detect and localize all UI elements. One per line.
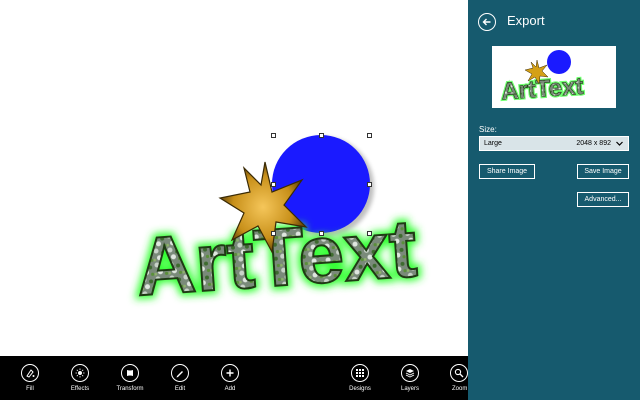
designs-label: Designs (349, 386, 371, 392)
zoom-button[interactable]: Zoom (438, 356, 468, 400)
layers-button[interactable]: Layers (390, 356, 430, 400)
share-image-button[interactable]: Share Image (479, 164, 535, 179)
designs-button[interactable]: Designs (340, 356, 380, 400)
selection-handle[interactable] (319, 231, 324, 236)
add-icon (226, 369, 234, 377)
size-dropdown[interactable]: Large 2048 x 892 (479, 136, 629, 151)
edit-label: Edit (174, 386, 186, 392)
fill-icon (26, 369, 35, 378)
designs-icon (356, 369, 364, 377)
export-preview-thumbnail: ArtText ArtText (492, 46, 616, 108)
artwork[interactable]: ArtText ArtText (0, 0, 468, 356)
selection-handle[interactable] (367, 133, 372, 138)
edit-icon (176, 371, 183, 378)
add-button[interactable]: Add (210, 356, 250, 400)
selection-handle[interactable] (271, 182, 276, 187)
effects-label: Effects (70, 386, 90, 392)
back-button[interactable] (478, 13, 496, 31)
selection-handle[interactable] (271, 231, 276, 236)
size-dimensions: 2048 x 892 (576, 140, 611, 147)
fill-button[interactable]: Fill (10, 356, 50, 400)
save-image-button[interactable]: Save Image (577, 164, 629, 179)
layers-label: Layers (400, 386, 419, 392)
transform-icon (127, 370, 133, 376)
effects-icon (75, 368, 85, 378)
app-bar: Fill Effects Transform Edit Add Designs … (0, 356, 468, 400)
transform-button[interactable]: Transform (110, 356, 150, 400)
back-arrow-icon (482, 18, 491, 26)
selection-handle[interactable] (367, 182, 372, 187)
size-label: Size: (479, 125, 497, 134)
selection-handle[interactable] (271, 133, 276, 138)
transform-label: Transform (116, 386, 144, 392)
chevron-down-icon (616, 141, 623, 146)
edit-button[interactable]: Edit (160, 356, 200, 400)
selection-handle[interactable] (319, 133, 324, 138)
layers-icon (405, 369, 415, 378)
selection-handle[interactable] (367, 231, 372, 236)
advanced-button[interactable]: Advanced... (577, 192, 629, 207)
add-label: Add (224, 386, 236, 392)
panel-title: Export (507, 13, 545, 28)
export-panel: Export ArtText ArtText Size: Large 2048 … (468, 0, 640, 400)
fill-label: Fill (26, 386, 34, 392)
zoom-label: Zoom (452, 386, 468, 392)
effects-button[interactable]: Effects (60, 356, 100, 400)
design-canvas[interactable]: ArtText ArtText (0, 0, 468, 356)
size-selected-value: Large (484, 140, 502, 147)
zoom-icon (454, 368, 464, 378)
svg-text:ArtText: ArtText (500, 73, 584, 106)
